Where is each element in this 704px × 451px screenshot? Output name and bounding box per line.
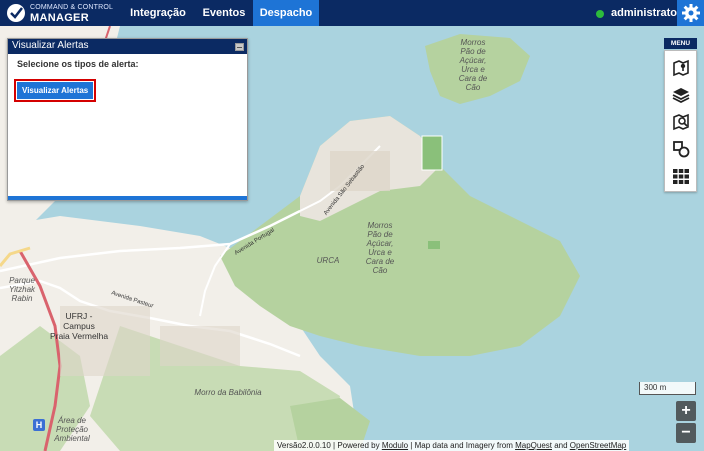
user-name[interactable]: administrator: [611, 0, 681, 26]
layers-icon: [672, 88, 690, 104]
map-scale: 300 m: [639, 382, 696, 395]
map-search-button[interactable]: [671, 112, 691, 132]
logo-line2: MANAGER: [30, 12, 89, 24]
alert-panel: Visualizar Alertas Selecione os tipos de…: [7, 38, 248, 201]
attribution-mid: | Map data and Imagery from: [408, 441, 516, 450]
alert-panel-header[interactable]: Visualizar Alertas: [8, 39, 247, 54]
modulo-link[interactable]: Modulo: [382, 441, 408, 450]
map-label-ufrj: UFRJ - Campus Praia Vermelha: [49, 311, 109, 341]
map-attribution: Versão2.0.0.10 | Powered by Modulo | Map…: [274, 440, 630, 451]
top-navigation-bar: COMMAND & CONTROL MANAGER Integração Eve…: [0, 0, 704, 26]
logo-check-icon: [7, 4, 25, 22]
map-layer-icon: [673, 59, 689, 77]
shapes-icon: [673, 141, 690, 158]
attribution-version: Versão2.0.0.10 | Powered by: [277, 441, 382, 450]
zoom-in-button[interactable]: +: [676, 401, 696, 421]
map-label-parque: Parque Yitzhak Rabin: [8, 276, 36, 303]
app-logo[interactable]: COMMAND & CONTROL MANAGER: [6, 2, 118, 24]
gear-icon: [682, 4, 700, 22]
shapes-button[interactable]: [671, 139, 691, 159]
online-status-indicator: [596, 10, 604, 18]
alert-panel-footer: [8, 196, 247, 200]
map-label-morros-top: Morros Pão de Açúcar, Urca e Cara de Cão: [458, 38, 488, 92]
tab-eventos[interactable]: Eventos: [196, 0, 252, 26]
map-label-area-protecao: Área de Proteção Ambiental: [54, 416, 90, 443]
map-label-urca: URCA: [316, 256, 340, 265]
tab-despacho[interactable]: Despacho: [253, 0, 319, 26]
mapquest-link[interactable]: MapQuest: [515, 441, 552, 450]
tab-integracao[interactable]: Integração: [126, 0, 190, 26]
grid-button[interactable]: [671, 166, 691, 186]
minimize-button[interactable]: [235, 43, 244, 51]
map-tools-menu: [664, 50, 697, 192]
view-alerts-button[interactable]: Visualizar Alertas: [17, 82, 94, 99]
settings-button[interactable]: [677, 0, 704, 26]
menu-label[interactable]: MENU: [664, 38, 697, 49]
alert-panel-title: Visualizar Alertas: [12, 40, 89, 51]
map-layer-button[interactable]: [671, 58, 691, 78]
openstreetmap-link[interactable]: OpenStreetMap: [570, 441, 626, 450]
map-search-icon: [673, 113, 689, 131]
logo-line1: COMMAND & CONTROL: [30, 4, 114, 11]
layers-button[interactable]: [671, 85, 691, 105]
hospital-icon: H: [33, 419, 45, 431]
alert-panel-subtitle: Selecione os tipos de alerta:: [17, 59, 139, 69]
grid-icon: [673, 169, 689, 184]
alert-button-highlight: Visualizar Alertas: [14, 79, 97, 102]
attribution-and: and: [551, 441, 570, 450]
zoom-out-button[interactable]: −: [676, 423, 696, 443]
map-label-morros-center: Morros Pão de Açúcar, Urca e Cara de Cão: [365, 221, 395, 275]
map-label-morro-babilonia: Morro da Babilônia: [194, 388, 262, 397]
